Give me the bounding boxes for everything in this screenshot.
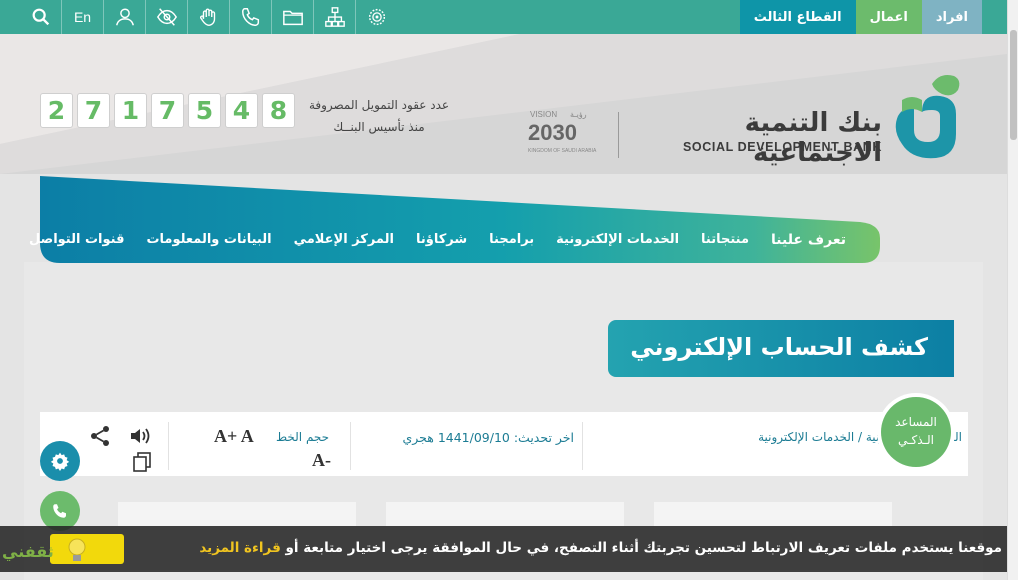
page-title-box: كشف الحساب الإلكتروني: [608, 320, 954, 377]
page-title: كشف الحساب الإلكتروني: [630, 333, 928, 361]
counter-label-line-1: عدد عقود التمويل المصروفة: [308, 98, 450, 112]
top-utility-bar: En افراد اعمال القطاع الثالث: [0, 0, 1007, 34]
tab-third-sector[interactable]: القطاع الثالث: [739, 0, 856, 34]
counter-label-line-2: منذ تأسيس البنــك: [333, 120, 425, 134]
counter-digit: 7: [151, 93, 184, 128]
utility-icons: En: [20, 0, 398, 34]
nav-item-eservices[interactable]: الخدمات الإلكترونية: [556, 232, 679, 252]
cookie-read-more-link[interactable]: قراءة المزيد: [199, 540, 280, 556]
eye-off-icon[interactable]: [146, 0, 188, 34]
vision-year: 2030: [528, 120, 577, 145]
font-size-label: حجم الخط: [276, 430, 330, 444]
counter-digit: 4: [225, 93, 258, 128]
font-increase-button[interactable]: A+ A: [214, 426, 254, 447]
font-decrease-button[interactable]: A-: [312, 450, 331, 471]
logo-divider: [618, 112, 619, 158]
service-card[interactable]: [386, 502, 624, 526]
gear-icon: [50, 452, 70, 471]
settings-badge-icon[interactable]: [356, 0, 398, 34]
lightbulb-icon: [68, 538, 86, 561]
phone-icon[interactable]: [230, 0, 272, 34]
sign-language-icon[interactable]: [188, 0, 230, 34]
user-icon[interactable]: [104, 0, 146, 34]
phone-icon: [53, 504, 66, 518]
bank-name-english[interactable]: SOCIAL DEVELOPMENT BANK: [642, 140, 882, 154]
speaker-icon[interactable]: [128, 424, 152, 448]
counter-digit: 8: [262, 93, 295, 128]
folder-icon[interactable]: [272, 0, 314, 34]
scrollbar-thumb[interactable]: [1010, 30, 1017, 140]
counter-digit: 2: [40, 93, 73, 128]
tab-business[interactable]: اعمال: [855, 0, 922, 34]
main-nav: تعرف علينا منتجاتنا الخدمات الإلكترونية …: [29, 232, 846, 252]
nav-item-programs[interactable]: برامجنا: [489, 232, 534, 252]
bank-logo-icon[interactable]: [892, 72, 962, 172]
nav-item-partners[interactable]: شركاؤنا: [416, 232, 467, 252]
language-switch[interactable]: En: [62, 0, 104, 34]
counter-digit: 5: [188, 93, 221, 128]
nav-item-contact-channels[interactable]: قنوات التواصل: [29, 232, 124, 252]
nav-item-media-center[interactable]: المركز الإعلامي: [294, 232, 394, 252]
share-icon[interactable]: [88, 424, 112, 448]
assistant-label-line-2: الـذكـي: [897, 433, 935, 447]
funding-counter: 2 7 1 7 5 4 8: [40, 93, 295, 128]
service-card[interactable]: [654, 502, 892, 526]
sitemap-icon[interactable]: [314, 0, 356, 34]
cookie-message: موقعنا يستخدم ملفات تعريف الارتباط لتحسي…: [199, 540, 1002, 556]
counter-digit: 1: [114, 93, 147, 128]
nav-item-products[interactable]: منتجاتنا: [701, 232, 749, 252]
copy-icon[interactable]: [130, 450, 154, 474]
vision-2030-logo: VISION رؤيـة 2030 KINGDOM OF SAUDI ARABI…: [522, 110, 602, 160]
accessibility-settings-button[interactable]: [40, 441, 80, 481]
bank-name-arabic[interactable]: بنك التنمية الاجتماعية: [642, 108, 882, 168]
watermark-brand: ثقفني: [2, 542, 54, 561]
funding-counter-label: عدد عقود التمويل المصروفة منذ تأسيس البن…: [300, 94, 458, 138]
last-update-value: 1441/09/10 هجري: [402, 430, 510, 445]
search-icon[interactable]: [20, 0, 62, 34]
vision-label: VISION: [530, 110, 558, 119]
smart-assistant-button[interactable]: المساعد الـذكـي: [881, 397, 951, 467]
tab-individuals[interactable]: افراد: [921, 0, 982, 34]
language-label[interactable]: En: [74, 9, 91, 25]
info-divider: [168, 422, 169, 470]
counter-digit: 7: [77, 93, 110, 128]
vision-country: KINGDOM OF SAUDI ARABIA: [528, 148, 597, 154]
last-update-label: اخر تحديث:: [513, 430, 574, 445]
assistant-label-line-1: المساعد: [895, 415, 937, 429]
cookie-text: موقعنا يستخدم ملفات تعريف الارتباط لتحسي…: [280, 540, 1002, 556]
page-scrollbar[interactable]: [1007, 0, 1018, 580]
segment-tabs: افراد اعمال القطاع الثالث: [739, 0, 982, 34]
nav-item-about[interactable]: تعرف علينا: [771, 232, 846, 252]
vision-label-arabic: رؤيـة: [570, 110, 587, 119]
service-card[interactable]: [118, 502, 356, 526]
info-divider: [582, 422, 583, 470]
nav-item-data[interactable]: البيانات والمعلومات: [146, 232, 271, 252]
call-button[interactable]: [40, 491, 80, 531]
info-divider: [350, 422, 351, 470]
last-update: اخر تحديث: 1441/09/10 هجري: [370, 430, 574, 445]
